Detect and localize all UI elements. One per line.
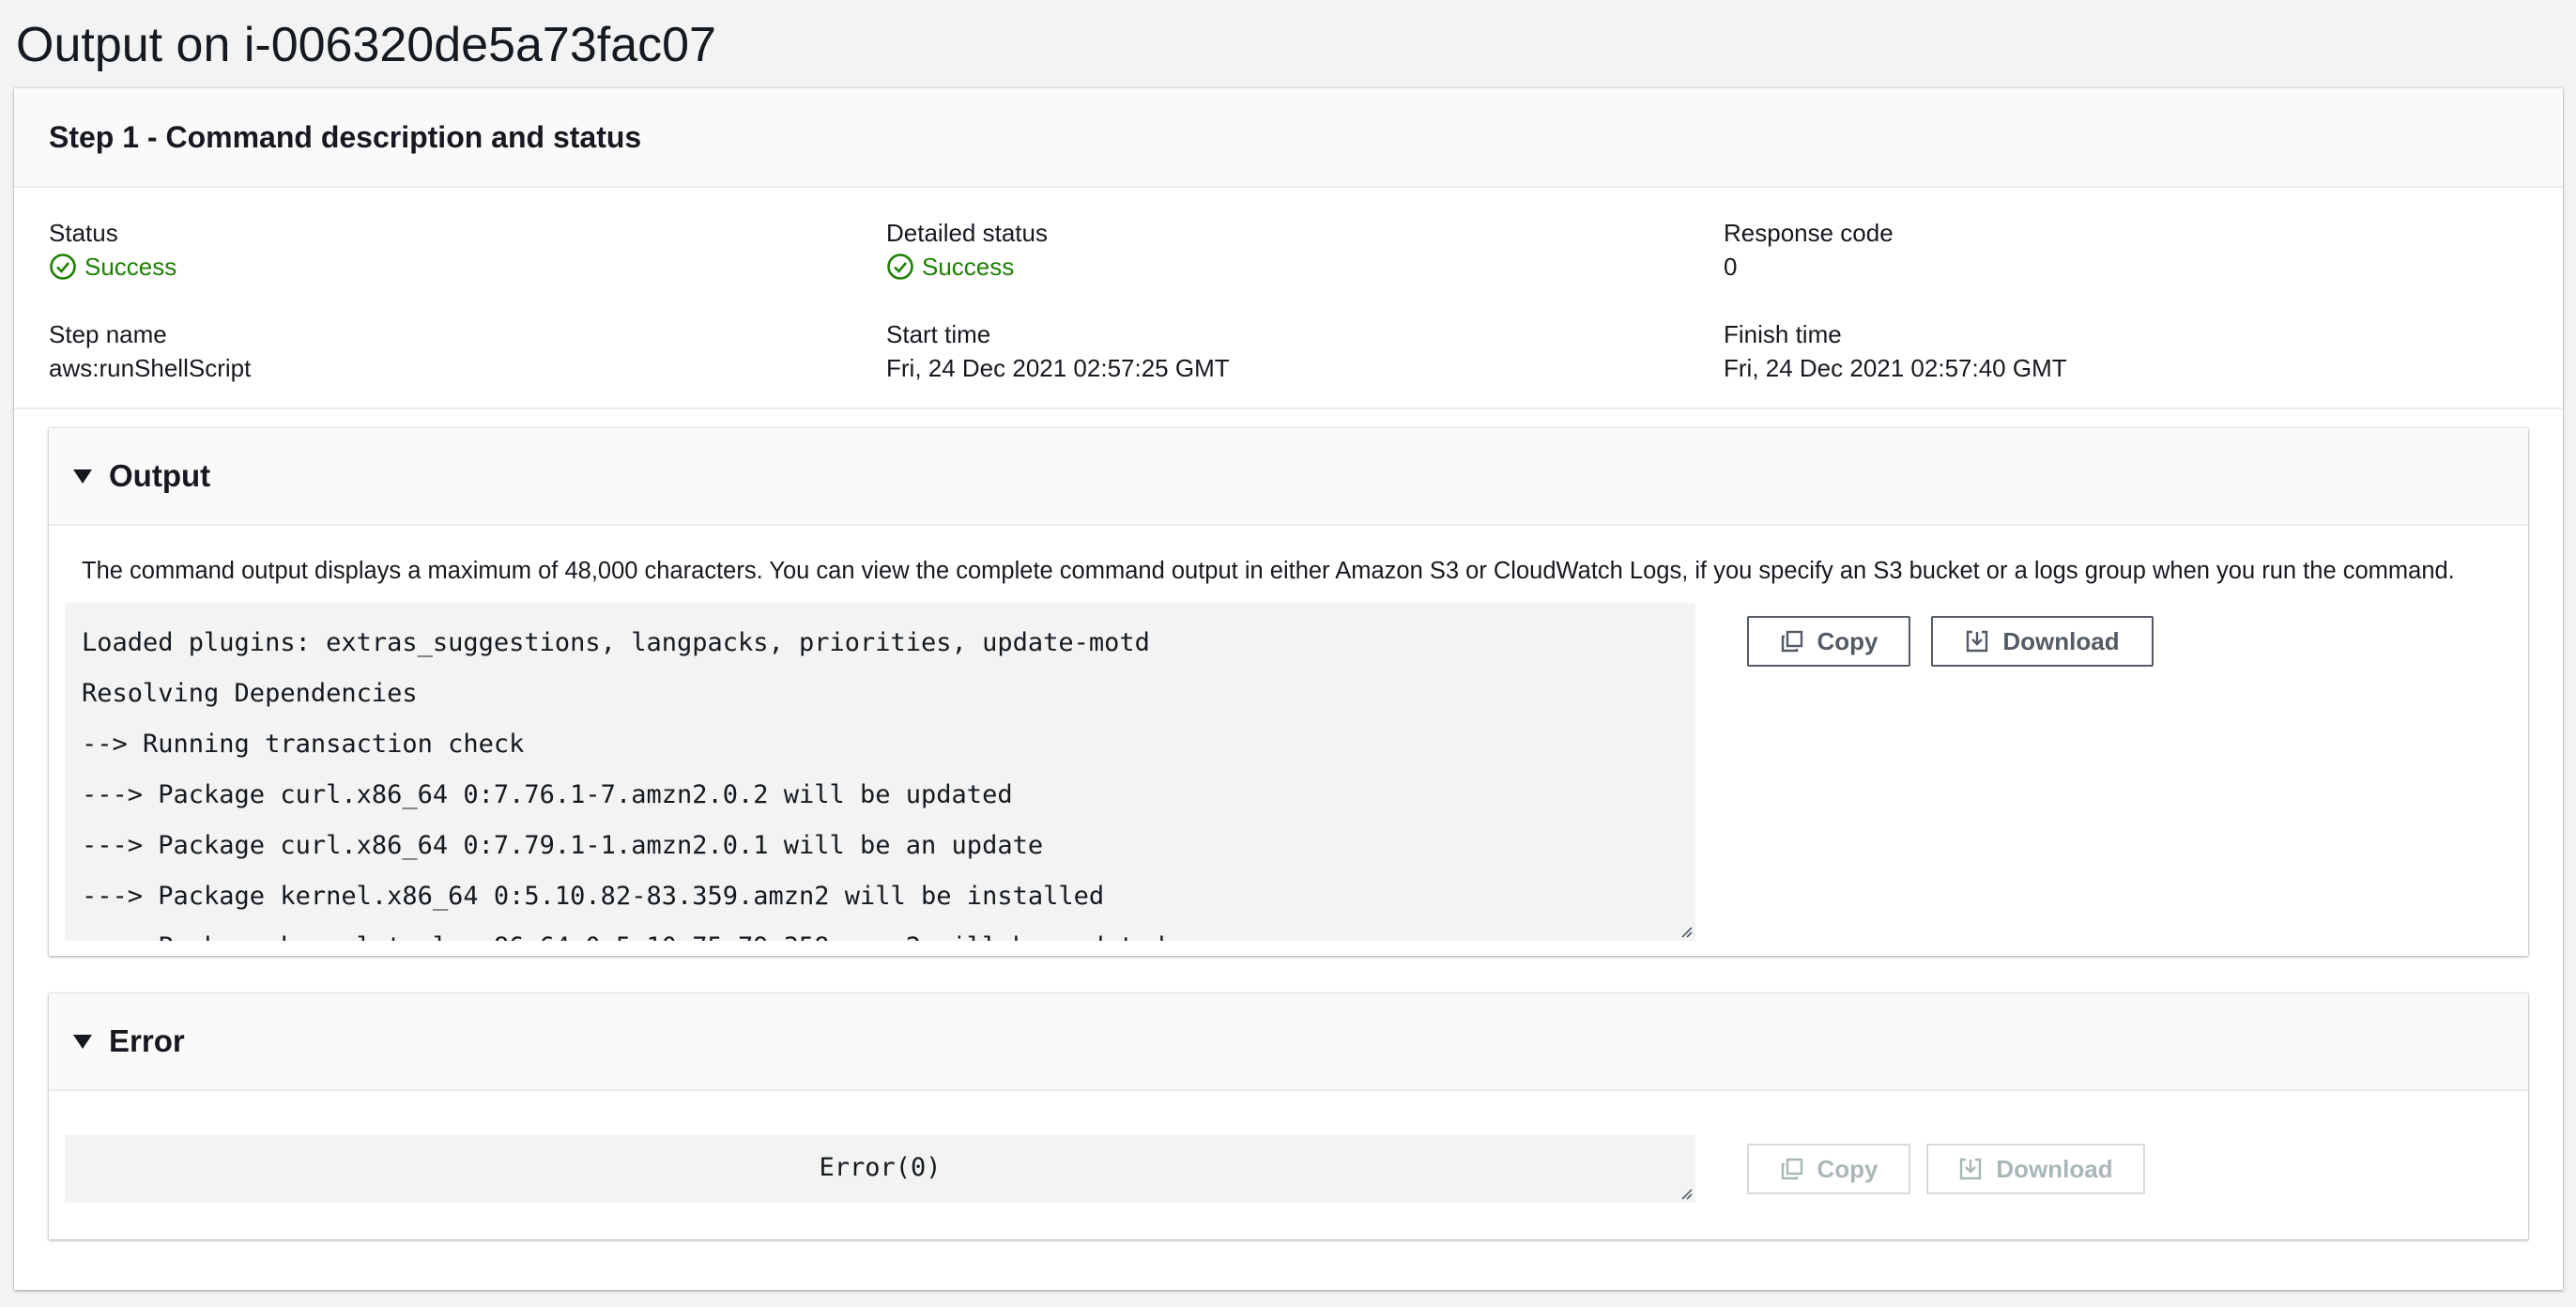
output-title: Output [109,458,211,493]
response-code-value: 0 [1724,253,1738,281]
output-line: ---> Package curl.x86_64 0:7.79.1-1.amzn… [82,831,1044,860]
step-name-label: Step name [49,320,167,348]
output-line: Resolving Dependencies [82,679,418,708]
download-icon [1967,630,1988,653]
status-value: Success [49,250,875,284]
output-download-button[interactable]: Download [1931,616,2154,667]
start-time-label: Start time [886,320,991,348]
copy-icon [1781,1158,1802,1180]
status-text: Success [84,253,177,281]
finish-time-field: Finish time Fri, 24 Dec 2021 02:57:40 GM… [1724,317,2550,385]
step-title: Step 1 - Command description and status [49,119,642,154]
output-header[interactable]: Output [49,428,2528,526]
caret-down-icon[interactable] [73,1034,92,1049]
output-line: Loaded plugins: extras_suggestions, lang… [82,628,1150,657]
detailed-status-field: Detailed status Success [886,216,1712,284]
download-icon [1960,1158,1982,1180]
start-time-field: Start time Fri, 24 Dec 2021 02:57:25 GMT [886,317,1712,385]
resize-handle-icon[interactable] [1679,1186,1694,1201]
check-circle-icon [887,254,913,280]
download-label: Download [1996,1154,2113,1183]
output-section: Output The command output displays a max… [49,428,2528,956]
output-copy-button[interactable]: Copy [1747,616,1910,667]
copy-icon [1781,630,1802,653]
container-header: Step 1 - Command description and status [14,88,2563,188]
copy-label: Copy [1817,626,1878,655]
finish-time-value: Fri, 24 Dec 2021 02:57:40 GMT [1724,354,2067,382]
output-textarea[interactable]: Loaded plugins: extras_suggestions, lang… [65,603,1695,941]
step-name-field: Step name aws:runShellScript [49,317,875,385]
page-title: Output on i-006320de5a73fac07 [16,18,716,72]
error-textarea[interactable]: Error(0) [65,1135,1695,1203]
detailed-status-text: Success [922,253,1015,281]
error-section: Error Error(0) Copy Download [49,993,2528,1239]
error-copy-button[interactable]: Copy [1747,1144,1910,1194]
detailed-status-label: Detailed status [886,219,1048,247]
detailed-status-value: Success [886,250,1712,284]
status-field: Status Success [49,216,875,284]
caret-down-icon[interactable] [73,469,92,484]
copy-label: Copy [1817,1154,1878,1183]
download-label: Download [2002,626,2120,655]
command-status-container: Step 1 - Command description and status … [14,88,2563,1290]
finish-time-label: Finish time [1724,320,1842,348]
response-code-field: Response code 0 [1724,216,2550,284]
status-label: Status [49,219,118,247]
output-line: ---> Package curl.x86_64 0:7.76.1-7.amzn… [82,780,1013,809]
output-line: ---> Package kernel.x86_64 0:5.10.82-83.… [82,882,1105,911]
check-circle-icon [50,254,76,280]
response-code-label: Response code [1724,219,1894,247]
resize-handle-icon[interactable] [1679,924,1694,939]
error-download-button[interactable]: Download [1926,1144,2145,1194]
output-lines: Loaded plugins: extras_suggestions, lang… [65,603,1695,941]
error-title: Error [109,1023,185,1058]
output-line: ---> Package kernel-tools.x86_64 0:5.10.… [65,922,1695,941]
divider [14,407,2563,409]
error-text: Error(0) [819,1153,942,1182]
output-line: --> Running transaction check [82,730,525,759]
step-name-value: aws:runShellScript [49,354,252,382]
start-time-value: Fri, 24 Dec 2021 02:57:25 GMT [886,354,1230,382]
output-description: The command output displays a maximum of… [82,558,2455,584]
error-header[interactable]: Error [49,993,2528,1091]
